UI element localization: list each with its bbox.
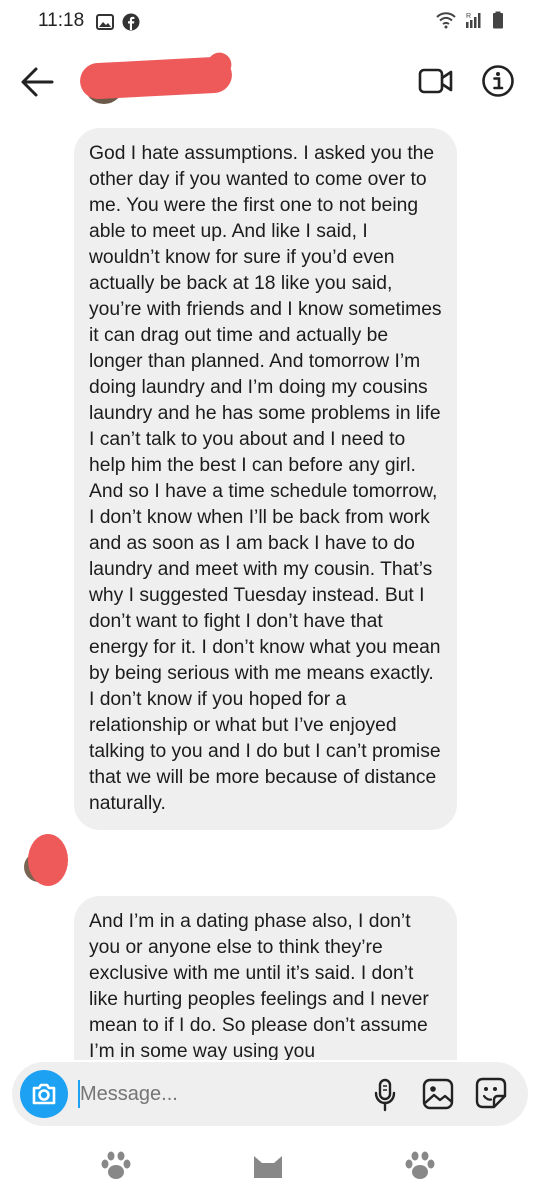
video-call-button[interactable] — [418, 66, 454, 96]
message-bubble[interactable]: God I hate assumptions. I asked you the … — [74, 128, 457, 830]
microphone-icon — [374, 1078, 396, 1112]
contact-name-redaction[interactable] — [79, 52, 233, 100]
redaction-mark — [206, 52, 233, 78]
info-icon — [482, 65, 514, 97]
text-caret — [78, 1080, 80, 1108]
paw-icon — [405, 1151, 435, 1179]
sticker-icon — [475, 1077, 507, 1109]
wifi-icon — [436, 12, 456, 29]
svg-text:R: R — [466, 13, 471, 20]
arrow-left-icon — [21, 67, 54, 97]
message-input[interactable] — [78, 1076, 348, 1112]
sender-avatar[interactable] — [24, 834, 68, 886]
status-icons-right: R — [436, 11, 504, 29]
message-thread[interactable]: God I hate assumptions. I asked you the … — [0, 120, 540, 1060]
paw-icon — [101, 1151, 131, 1179]
signal-icon: R — [466, 13, 481, 28]
voice-message-button[interactable] — [370, 1078, 400, 1112]
video-camera-icon — [418, 68, 453, 94]
nav-cat[interactable] — [250, 1150, 290, 1184]
bottom-nav — [0, 1130, 540, 1200]
back-button[interactable] — [18, 64, 56, 100]
avatar-redaction — [28, 834, 68, 886]
gallery-icon — [422, 1078, 454, 1110]
battery-icon — [493, 11, 503, 29]
camera-button[interactable] — [20, 1070, 68, 1118]
message-bubble[interactable]: And I’m in a dating phase also, I don’t … — [74, 896, 457, 1060]
sticker-button[interactable] — [474, 1076, 508, 1110]
status-bar: 11:18 R — [0, 0, 540, 44]
nav-paw-right[interactable] — [402, 1150, 442, 1184]
info-button[interactable] — [481, 64, 515, 98]
camera-icon — [32, 1083, 56, 1105]
status-time: 11:18 — [38, 10, 85, 31]
image-icon — [96, 14, 114, 30]
cat-icon — [254, 1156, 282, 1178]
facebook-icon — [122, 13, 140, 31]
nav-paw-left[interactable] — [98, 1150, 138, 1184]
chat-header — [0, 44, 540, 120]
message-composer — [12, 1062, 528, 1126]
status-icons-left — [96, 13, 140, 31]
gallery-button[interactable] — [422, 1078, 454, 1110]
